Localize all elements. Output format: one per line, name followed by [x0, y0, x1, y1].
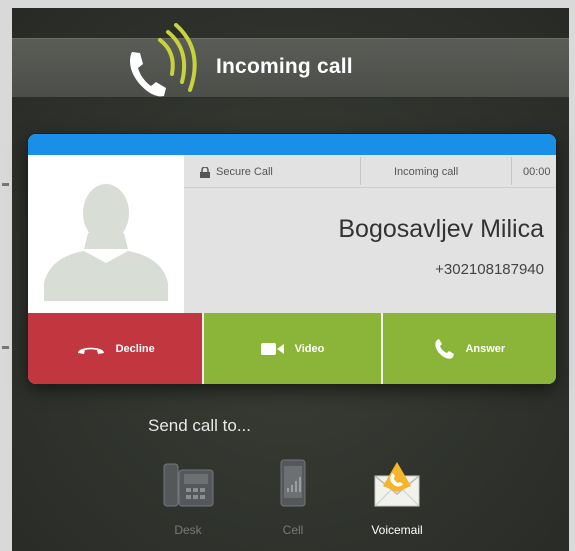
card-accent-bar: [28, 134, 556, 155]
avatar-silhouette-icon: [36, 171, 176, 301]
video-label: Video: [294, 342, 325, 355]
send-to-cell-button[interactable]: Cell: [253, 458, 333, 537]
caller-avatar: [28, 155, 184, 313]
decline-label: Decline: [115, 342, 155, 355]
edge-marker: [2, 346, 9, 349]
secure-call-indicator: Secure Call: [200, 166, 273, 178]
top-window-edge: [12, 0, 575, 8]
hang-up-icon: [77, 347, 104, 354]
edge-marker: [2, 183, 9, 186]
caller-name: Bogosavljev Milica: [338, 215, 544, 243]
caller-number: +302108187940: [435, 261, 544, 278]
left-window-edge: [0, 0, 12, 551]
incoming-call-card: Secure Call Incoming call 00:00 Bogosavl…: [28, 134, 556, 384]
send-to-voicemail-button[interactable]: Voicemail: [357, 458, 437, 537]
desk-label: Desk: [174, 523, 202, 537]
voicemail-icon: [374, 462, 420, 507]
right-window-edge: [569, 0, 575, 551]
video-button[interactable]: Video: [202, 313, 381, 384]
call-actions: Decline Video Answer: [28, 313, 556, 384]
video-camera-icon: [260, 342, 284, 355]
answer-label: Answer: [465, 342, 506, 355]
call-status-row: Secure Call Incoming call 00:00: [184, 155, 556, 188]
phone-ringing-icon: [130, 23, 197, 97]
lock-icon: [200, 166, 210, 178]
answer-button[interactable]: Answer: [380, 313, 556, 384]
cell-label: Cell: [282, 523, 304, 537]
secure-call-label: Secure Call: [216, 166, 273, 178]
divider: [511, 157, 512, 185]
send-call-to-label: Send call to...: [148, 416, 252, 435]
cell-phone-icon: [280, 459, 306, 507]
call-timer: 00:00: [523, 166, 551, 178]
page-title: Incoming call: [216, 55, 353, 78]
divider: [360, 157, 361, 185]
phone-icon: [435, 338, 455, 359]
voicemail-label: Voicemail: [371, 523, 423, 537]
caller-info-panel: Secure Call Incoming call 00:00 Bogosavl…: [184, 155, 556, 313]
call-status-text: Incoming call: [394, 166, 459, 178]
desk-phone-icon: [163, 463, 214, 507]
send-to-desk-button[interactable]: Desk: [148, 458, 228, 537]
decline-button[interactable]: Decline: [28, 313, 203, 384]
